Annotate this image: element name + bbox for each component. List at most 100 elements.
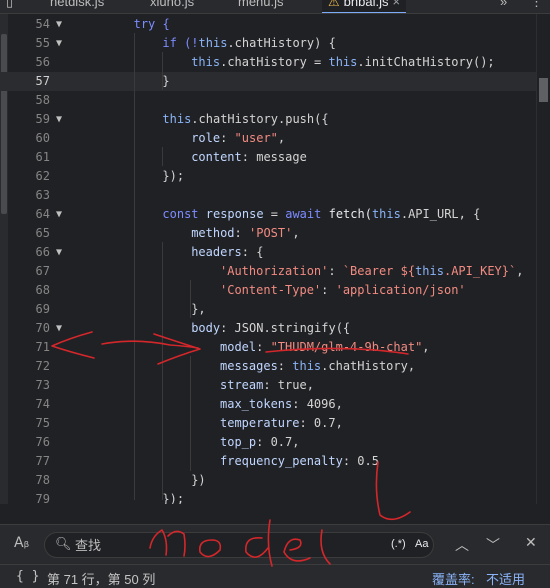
fold-chevron-icon[interactable]: ▼ [56, 34, 62, 53]
fold-chevron-icon[interactable]: ▼ [56, 319, 62, 338]
code-token: stream [220, 378, 264, 392]
code-token: this [198, 36, 228, 50]
line-number: 61 [35, 150, 50, 164]
code-token: : [234, 226, 249, 240]
tab-netdisk[interactable]: netdisk.js [50, 0, 104, 13]
indent-guide [190, 280, 191, 318]
code-token: this [191, 55, 221, 69]
code-line[interactable]: 68 'Content-Type': 'application/json' [0, 281, 550, 300]
fold-chevron-icon[interactable]: ▼ [56, 15, 62, 34]
indent-guide [134, 33, 135, 500]
next-match-icon[interactable]: ﹀ [486, 535, 500, 555]
fold-chevron-icon[interactable]: ▼ [56, 243, 62, 262]
scroll-marker[interactable] [539, 78, 548, 102]
code-token: : 0.7, [299, 416, 343, 430]
more-vertical-icon[interactable]: ⋮ [530, 0, 543, 13]
pretty-print-icon[interactable]: { } [16, 569, 39, 584]
fold-chevron-icon[interactable]: ▼ [56, 110, 62, 129]
code-token: "user" [234, 131, 278, 145]
regex-toggle[interactable]: (.*) [391, 538, 406, 550]
line-number: 60 [35, 131, 50, 145]
code-line[interactable]: 74 max_tokens: 4096, [0, 395, 550, 414]
tab-menu[interactable]: menu.js [238, 0, 284, 13]
code-line[interactable]: 77 frequency_penalty: 0.5 [0, 452, 550, 471]
code-token: }); [162, 169, 185, 183]
code-token: .chatHistory) { [227, 36, 336, 50]
code-line[interactable]: 54 ▼ try { [0, 15, 550, 34]
code-token: model [220, 340, 257, 354]
code-line[interactable]: 60 role: "user", [0, 129, 550, 148]
tab-xiuno[interactable]: xiuno.js [150, 0, 195, 13]
match-case-toggle[interactable]: Aa [415, 538, 428, 550]
code-text: frequency_penalty: 0.5 [220, 452, 379, 471]
code-line[interactable]: 79}); [0, 490, 550, 504]
code-token: : [321, 283, 336, 297]
search-box: 🔍︎ (.*) Aa [44, 532, 434, 558]
code-token: : 0.5 [342, 454, 379, 468]
code-token: .initChatHistory(); [357, 55, 495, 69]
code-line[interactable]: 59 ▼ this.chatHistory.push({ [0, 110, 550, 129]
code-token: : message [241, 150, 307, 164]
code-token: : 0.7, [256, 435, 300, 449]
code-token: : { [241, 245, 264, 259]
code-line[interactable]: 73 stream: true, [0, 376, 550, 395]
code-line[interactable]: 61 content: message [0, 148, 550, 167]
code-line[interactable]: 67 'Authorization': `Bearer ${this.API_KE… [0, 262, 550, 281]
code-text: this.chatHistory = this.initChatHistory(… [191, 53, 494, 72]
indent-guide [162, 52, 163, 90]
line-number: 66 [35, 245, 50, 259]
code-line[interactable]: 56 this.chatHistory = this.initChatHistor… [0, 53, 550, 72]
search-input[interactable] [75, 535, 375, 555]
code-token: const [162, 207, 206, 221]
code-line[interactable]: 66 ▼ headers: { [0, 243, 550, 262]
tab-label: xiuno.js [150, 0, 195, 9]
code-line[interactable]: 78}) [0, 471, 550, 490]
code-text: body: JSON.stringify({ [191, 319, 350, 338]
code-token: : [256, 340, 271, 354]
coverage-label[interactable]: 覆盖率: [432, 569, 475, 588]
code-token: : [220, 131, 235, 145]
code-line[interactable]: 58 [0, 91, 550, 110]
code-line[interactable]: 63 [0, 186, 550, 205]
previous-match-icon[interactable]: ︿ [455, 535, 469, 555]
code-token: if (! [162, 36, 199, 50]
line-number: 76 [35, 435, 50, 449]
code-line[interactable]: 65 method: 'POST', [0, 224, 550, 243]
code-line[interactable]: 55 ▼ if (!this.chatHistory) { [0, 34, 550, 53]
code-text: stream: true, [220, 376, 314, 395]
code-editor[interactable]: 54 ▼ try {55 ▼ if (!this.chatHistory) {56 thi… [0, 14, 550, 504]
code-line[interactable]: 69}, [0, 300, 550, 319]
close-icon[interactable]: × [392, 0, 400, 9]
code-line[interactable]: 72 messages: this.chatHistory, [0, 357, 550, 376]
close-search-icon[interactable]: ✕ [525, 535, 537, 551]
code-token: : [328, 264, 343, 278]
code-line[interactable]: 75 temperature: 0.7, [0, 414, 550, 433]
vertical-scrollbar[interactable] [536, 14, 550, 504]
code-token: = [263, 207, 286, 221]
code-token: , [422, 340, 430, 354]
line-number: 74 [35, 397, 50, 411]
coverage-value[interactable]: 不适用 [486, 569, 525, 588]
code-line[interactable]: 76 top_p: 0.7, [0, 433, 550, 452]
line-number: 78 [35, 473, 50, 487]
code-token: fetch( [328, 207, 372, 221]
code-line[interactable]: 64 ▼ const response = await fetch(this.API… [0, 205, 550, 224]
replace-toggle-icon[interactable]: Aᵦ [14, 535, 29, 551]
code-text: }, [191, 300, 205, 319]
code-text: temperature: 0.7, [220, 414, 343, 433]
code-line[interactable]: 71 model: "THUDM/glm-4-9b-chat", [0, 338, 550, 357]
code-token: : [277, 359, 293, 373]
code-token: "THUDM/glm-4-9b-chat" [270, 340, 423, 354]
code-line[interactable]: 62}); [0, 167, 550, 186]
code-token: method [191, 226, 235, 240]
panel-toggle-icon[interactable]: ▯ [6, 0, 13, 13]
code-token: this [371, 207, 401, 221]
tab-bnbai[interactable]: ⚠ bnbai.js × [322, 0, 407, 13]
code-line[interactable]: 70 ▼ body: JSON.stringify({ [0, 319, 550, 338]
fold-chevron-icon[interactable]: ▼ [56, 205, 62, 224]
code-token: }) [191, 473, 206, 487]
code-line[interactable]: 57} [0, 72, 550, 91]
tab-overflow-icon[interactable]: » [500, 0, 507, 13]
code-token: , [277, 131, 286, 145]
code-text: 'Content-Type': 'application/json' [220, 281, 466, 300]
